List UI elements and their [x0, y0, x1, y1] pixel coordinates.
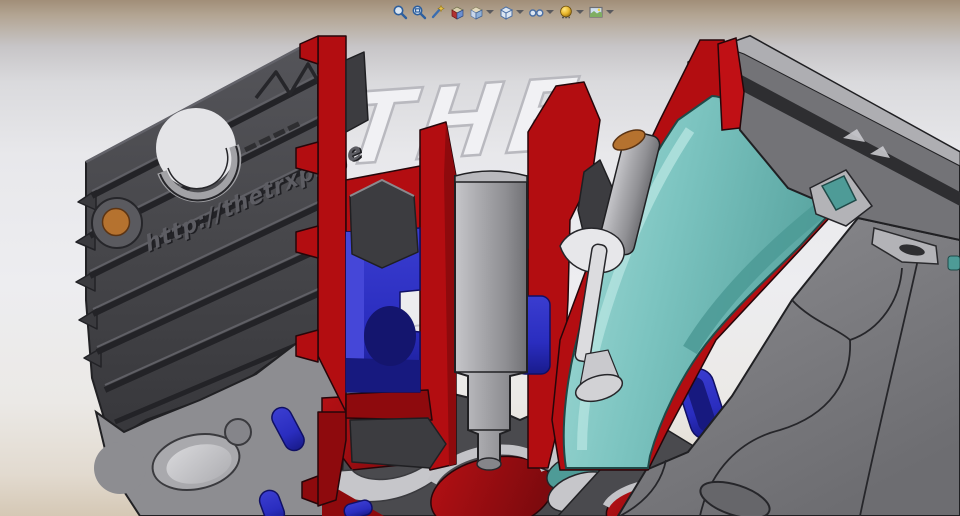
deck-hole — [224, 418, 252, 446]
edit-appearance-icon[interactable] — [557, 3, 575, 21]
zoom-to-fit-icon[interactable] — [391, 3, 409, 21]
apply-scene-dropdown[interactable] — [606, 10, 614, 14]
zoom-to-area-icon[interactable] — [410, 3, 428, 21]
section-view-icon[interactable] — [448, 3, 466, 21]
hide-show-items-icon[interactable] — [527, 3, 545, 21]
hide-show-items-dropdown[interactable] — [546, 10, 554, 14]
previous-view-icon[interactable] — [429, 3, 447, 21]
model-canvas[interactable]: THE TR — [0, 0, 960, 516]
heads-up-view-toolbar — [391, 2, 616, 22]
display-style-dropdown[interactable] — [516, 10, 524, 14]
fin-notch — [156, 108, 242, 203]
dowel-bushing-left — [91, 197, 143, 249]
view-orientation-icon[interactable] — [467, 3, 485, 21]
apply-scene-icon[interactable] — [587, 3, 605, 21]
cad-viewport[interactable]: THE TR — [0, 0, 960, 516]
view-orientation-dropdown[interactable] — [486, 10, 494, 14]
edit-appearance-dropdown[interactable] — [576, 10, 584, 14]
display-style-icon[interactable] — [497, 3, 515, 21]
